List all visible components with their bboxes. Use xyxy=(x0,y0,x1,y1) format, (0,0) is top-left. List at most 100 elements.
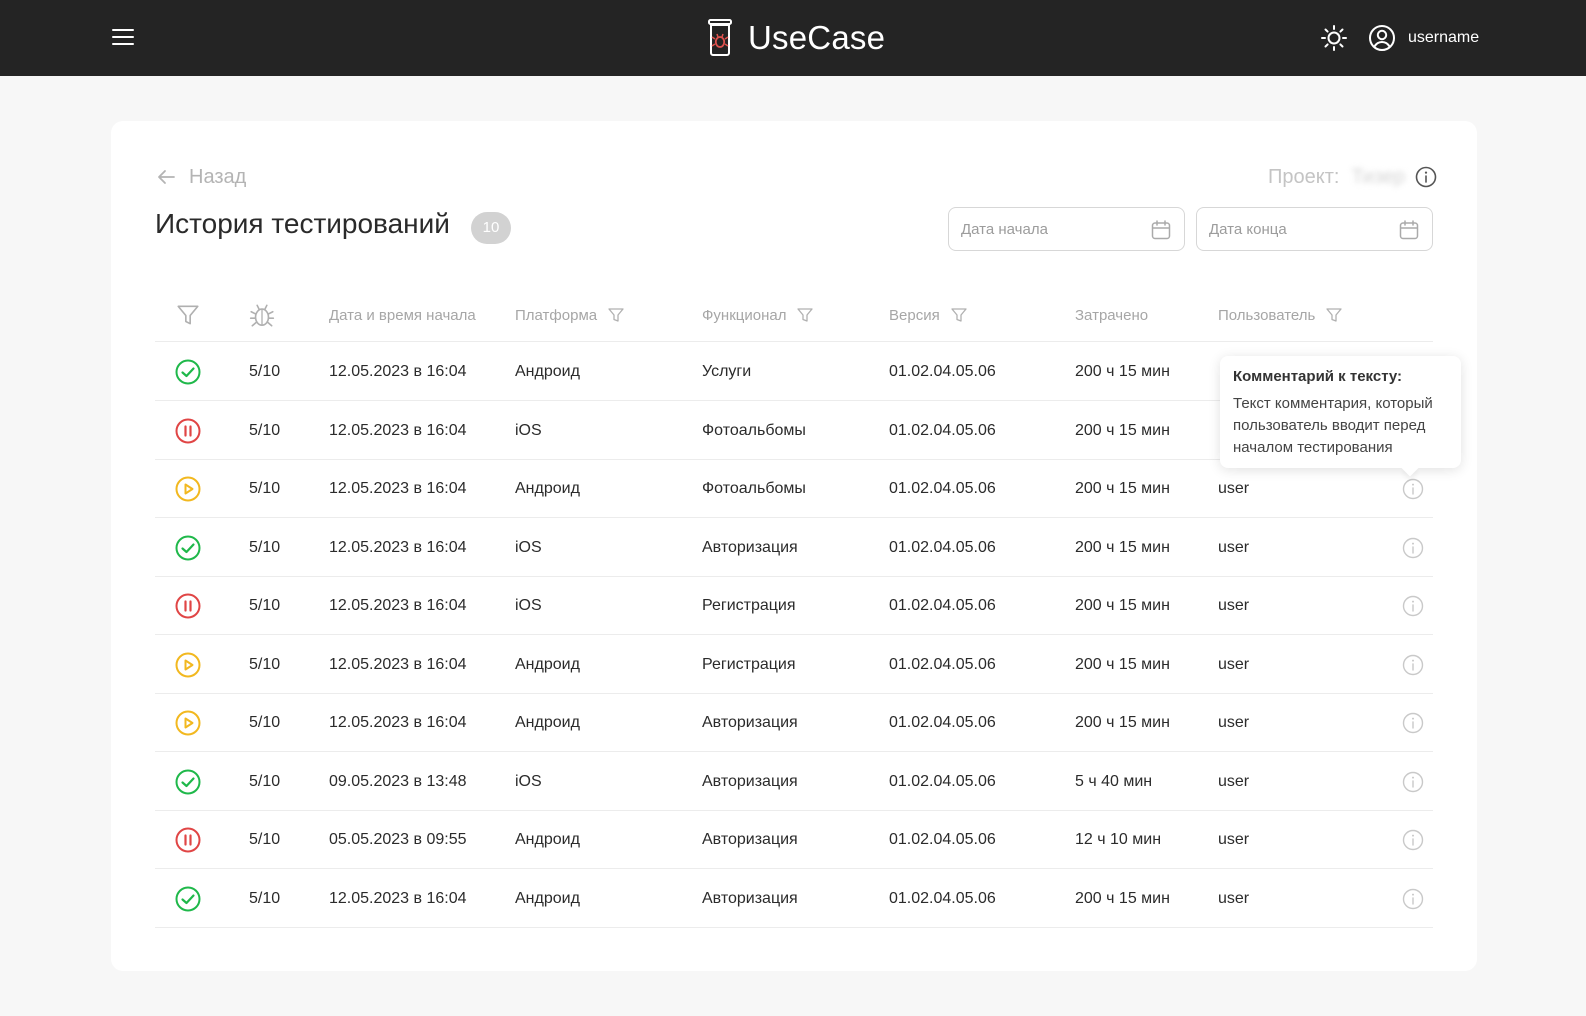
filter-icon[interactable] xyxy=(796,306,814,324)
version-cell: 01.02.04.05.06 xyxy=(889,480,996,497)
date-start-field[interactable] xyxy=(948,207,1185,251)
feature-cell: Авторизация xyxy=(702,714,798,731)
spent-cell: 5 ч 40 мин xyxy=(1075,772,1153,790)
user-cell: user xyxy=(1218,889,1250,907)
table-row[interactable]: 5/10 12.05.2023 в 16:04 Андроид Авторизация… xyxy=(155,870,1433,928)
column-header-user: Пользователь xyxy=(1218,290,1343,340)
info-icon[interactable] xyxy=(1402,478,1424,500)
info-icon[interactable] xyxy=(1402,712,1424,734)
spent-cell: 200 ч 15 мин xyxy=(1075,597,1170,614)
feature-cell: Услуги xyxy=(702,363,752,380)
date-cell: 12.05.2023 в 16:04 xyxy=(329,538,467,556)
calendar-icon[interactable] xyxy=(1398,219,1420,241)
check-circle-icon xyxy=(175,753,201,811)
feature-cell: Авторизация xyxy=(702,772,798,790)
status-filter-button[interactable] xyxy=(175,290,201,340)
check-circle-icon xyxy=(175,519,201,577)
column-header-version: Версия xyxy=(889,290,968,340)
bugs-cell: 5/10 xyxy=(249,480,281,497)
page-title: История тестирований xyxy=(155,208,450,239)
play-circle-icon xyxy=(175,636,201,694)
filter-icon[interactable] xyxy=(607,306,625,324)
platform-cell: Андроид xyxy=(515,714,580,731)
user-cell: user xyxy=(1218,655,1250,673)
version-cell: 01.02.04.05.06 xyxy=(889,714,996,731)
user-cell: user xyxy=(1218,597,1250,614)
table-row[interactable]: 5/10 12.05.2023 в 16:04 iOS Авторизация 01.0… xyxy=(155,519,1433,577)
feature-cell: Авторизация xyxy=(702,538,798,556)
date-end-input[interactable] xyxy=(1209,220,1379,238)
date-end-field[interactable] xyxy=(1196,207,1433,251)
version-cell: 01.02.04.05.06 xyxy=(889,363,996,380)
spent-cell: 200 ч 15 мин xyxy=(1075,421,1170,439)
column-header-platform: Платформа xyxy=(515,290,625,340)
version-cell: 01.02.04.05.06 xyxy=(889,421,996,439)
logo-text: UseCase xyxy=(748,19,886,56)
username-label: username xyxy=(1408,29,1480,46)
comment-info-button[interactable] xyxy=(1402,870,1424,928)
spent-cell: 200 ч 15 мин xyxy=(1075,714,1170,731)
platform-cell: Андроид xyxy=(515,363,580,380)
feature-cell: Авторизация xyxy=(702,889,798,907)
play-circle-icon xyxy=(175,460,201,518)
pause-circle-icon xyxy=(175,577,201,635)
platform-cell: iOS xyxy=(515,538,542,556)
filter-icon[interactable] xyxy=(950,306,968,324)
table-row[interactable]: 5/10 12.05.2023 в 16:04 Андроид Регистрация… xyxy=(155,636,1433,694)
version-cell: 01.02.04.05.06 xyxy=(889,538,996,556)
jar-bug-logo-icon xyxy=(708,19,732,56)
back-link[interactable]: Назад xyxy=(155,164,246,190)
calendar-icon[interactable] xyxy=(1150,219,1172,241)
date-cell: 05.05.2023 в 09:55 xyxy=(329,831,467,848)
comment-info-button[interactable] xyxy=(1402,636,1424,694)
tooltip-text: Текст комментария, который пользователь … xyxy=(1233,395,1433,456)
date-cell: 12.05.2023 в 16:04 xyxy=(329,597,467,614)
info-icon[interactable] xyxy=(1402,771,1424,793)
hamburger-menu-icon[interactable] xyxy=(112,28,134,46)
table-row[interactable]: 5/10 12.05.2023 в 16:04 Андроид Авторизация… xyxy=(155,694,1433,752)
bugs-cell: 5/10 xyxy=(249,538,281,556)
feature-cell: Фотоальбомы xyxy=(702,480,806,497)
bugs-cell: 5/10 xyxy=(249,889,281,907)
bugs-cell: 5/10 xyxy=(249,421,281,439)
table-row[interactable]: 5/10 05.05.2023 в 09:55 Андроид Авторизация… xyxy=(155,811,1433,869)
spent-cell: 200 ч 15 мин xyxy=(1075,889,1170,907)
column-header-feature: Функционал xyxy=(702,290,814,340)
comment-info-button[interactable] xyxy=(1402,694,1424,752)
logo[interactable]: UseCase xyxy=(706,17,885,59)
info-icon[interactable] xyxy=(1402,829,1424,851)
bugs-cell: 5/10 xyxy=(249,363,281,380)
user-menu[interactable]: username xyxy=(1368,24,1479,52)
info-icon[interactable] xyxy=(1402,888,1424,910)
comment-info-button[interactable] xyxy=(1402,811,1424,869)
check-circle-icon xyxy=(175,343,201,401)
spent-cell: 200 ч 15 мин xyxy=(1075,363,1170,380)
info-icon[interactable] xyxy=(1402,654,1424,676)
table-row[interactable]: 5/10 12.05.2023 в 16:04 iOS Регистрация 01.0… xyxy=(155,577,1433,635)
table-row[interactable]: 5/10 09.05.2023 в 13:48 iOS Авторизация 01.0… xyxy=(155,753,1433,811)
theme-toggle-sun-icon[interactable] xyxy=(1320,24,1348,52)
comment-info-button[interactable] xyxy=(1402,753,1424,811)
version-cell: 01.02.04.05.06 xyxy=(889,831,996,848)
version-cell: 01.02.04.05.06 xyxy=(889,655,996,673)
date-start-input[interactable] xyxy=(961,220,1131,238)
table-header: Дата и время начала Платформа Функционал… xyxy=(155,290,1433,342)
table-row[interactable]: 5/10 12.05.2023 в 16:04 Андроид Фотоальбомы… xyxy=(155,460,1433,518)
count-badge: 10 xyxy=(471,212,511,244)
version-cell: 01.02.04.05.06 xyxy=(889,597,996,614)
comment-info-button[interactable] xyxy=(1402,519,1424,577)
platform-cell: iOS xyxy=(515,597,542,614)
comment-info-button[interactable] xyxy=(1402,577,1424,635)
info-icon[interactable] xyxy=(1402,595,1424,617)
project-label: Проект: xyxy=(1268,165,1340,188)
platform-cell: iOS xyxy=(515,772,542,790)
bugs-cell: 5/10 xyxy=(249,772,281,790)
filter-icon[interactable] xyxy=(1325,306,1343,324)
user-cell: user xyxy=(1218,831,1250,848)
platform-cell: Андроид xyxy=(515,831,580,848)
platform-cell: Андроид xyxy=(515,889,580,907)
info-icon[interactable] xyxy=(1402,537,1424,559)
back-label: Назад xyxy=(189,165,247,188)
info-icon[interactable] xyxy=(1415,166,1437,188)
column-header-date: Дата и время начала xyxy=(329,306,476,324)
